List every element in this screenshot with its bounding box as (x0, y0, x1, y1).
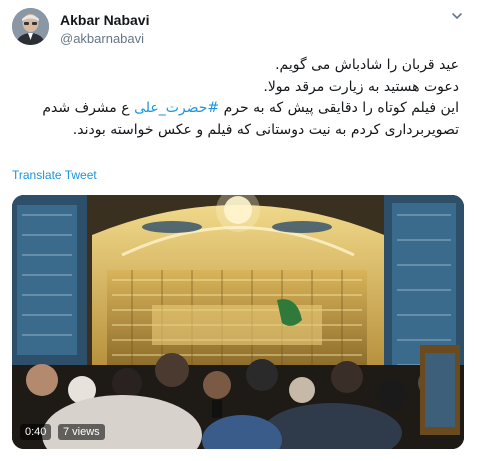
video-view-count: 7 views (58, 424, 105, 440)
tweet-line-3-before: این فیلم کوتاه را دقایقی پیش که به حرم (219, 100, 459, 116)
tweet-line-1: عید قربان را شادباش می گویم. (275, 57, 459, 73)
author-handle[interactable]: @akbarnabavi (60, 31, 144, 46)
tweet-line-3-after: ع مشرف شدم (42, 100, 135, 116)
video-timecode: 0:40 (20, 424, 52, 440)
chevron-down-icon[interactable] (451, 10, 463, 22)
tweet-line-4: تصویربرداری کردم به نیت دوستانی که فیلم … (72, 121, 459, 138)
author-display-name[interactable]: Akbar Nabavi (60, 12, 149, 28)
tweet-text: عید قربان را شادباش می گویم. دعوت هستید … (14, 55, 459, 141)
translate-tweet-link[interactable]: Translate Tweet (12, 168, 97, 182)
tweet-line-3: این فیلم کوتاه را دقایقی پیش که به حرم #… (14, 98, 459, 120)
avatar[interactable] (12, 8, 49, 45)
video-player[interactable]: 0:40 7 views (12, 195, 464, 449)
avatar-image (12, 8, 49, 45)
hashtag-link[interactable]: #حضرت_علی (134, 100, 219, 116)
video-thumbnail (12, 195, 464, 449)
tweet-line-2: دعوت هستید به زیارت مرقد مولا. (263, 78, 459, 95)
